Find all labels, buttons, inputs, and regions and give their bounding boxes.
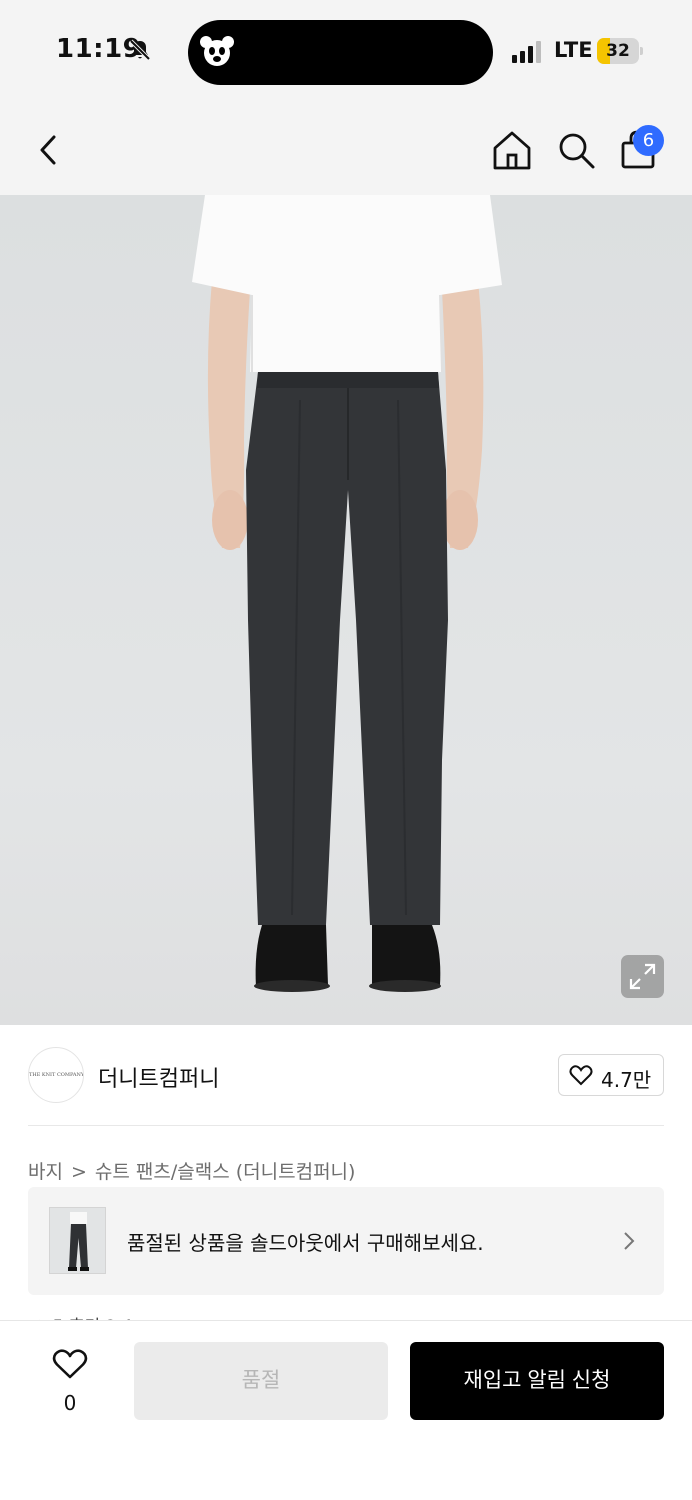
character-face-icon	[200, 36, 234, 66]
cart-count-badge: 6	[633, 125, 664, 156]
chevron-right-icon	[624, 1232, 635, 1250]
network-type: LTE	[554, 38, 593, 62]
heart-icon	[569, 1065, 593, 1086]
search-icon[interactable]	[554, 128, 598, 172]
breadcrumb-item-slacks[interactable]: 슈트 팬츠/슬랙스 (더니트컴퍼니)	[95, 1157, 356, 1184]
brand-logo[interactable]: THE KNIT COMPANY	[28, 1047, 84, 1103]
status-bar: 11:19 LTE 32	[0, 0, 692, 105]
heart-icon	[52, 1349, 88, 1379]
brand-name[interactable]: 더니트컴퍼니	[98, 1061, 219, 1093]
soldout-banner[interactable]: 품절된 상품을 솔드아웃에서 구매해보세요.	[28, 1187, 664, 1295]
section-divider	[28, 1125, 664, 1126]
soldout-thumbnail	[49, 1207, 106, 1274]
signal-bars-icon	[512, 41, 541, 63]
back-chevron-icon[interactable]	[32, 132, 68, 168]
breadcrumb-item-pants[interactable]: 바지	[28, 1157, 63, 1184]
review-summary-peek: ★ 5 후기 2,4..	[32, 1312, 143, 1320]
product-photo	[192, 195, 502, 992]
bottom-action-bar: 0 품절 재입고 알림 신청	[0, 1320, 692, 1500]
brand-like-button[interactable]: 4.7만	[558, 1054, 664, 1096]
wishlist-button[interactable]: 0	[34, 1343, 106, 1425]
expand-icon[interactable]	[621, 955, 664, 998]
breadcrumb-separator: >	[70, 1161, 87, 1183]
bell-off-icon	[129, 39, 151, 61]
home-icon[interactable]	[490, 128, 534, 172]
soldout-banner-text: 품절된 상품을 솔드아웃에서 구매해보세요.	[127, 1231, 484, 1255]
product-image[interactable]	[0, 195, 692, 1025]
top-nav	[0, 105, 692, 195]
wishlist-count: 0	[63, 1391, 77, 1415]
soldout-button: 품절	[134, 1342, 388, 1420]
breadcrumb: 바지 > 슈트 팬츠/슬랙스 (더니트컴퍼니)	[28, 1157, 355, 1184]
restock-alert-button[interactable]: 재입고 알림 신청	[410, 1342, 664, 1420]
battery-icon: 32	[597, 38, 643, 64]
brand-like-count: 4.7만	[601, 1068, 652, 1092]
brand-row[interactable]: THE KNIT COMPANY 더니트컴퍼니 4.7만	[0, 1025, 692, 1125]
battery-level: 32	[606, 41, 630, 61]
